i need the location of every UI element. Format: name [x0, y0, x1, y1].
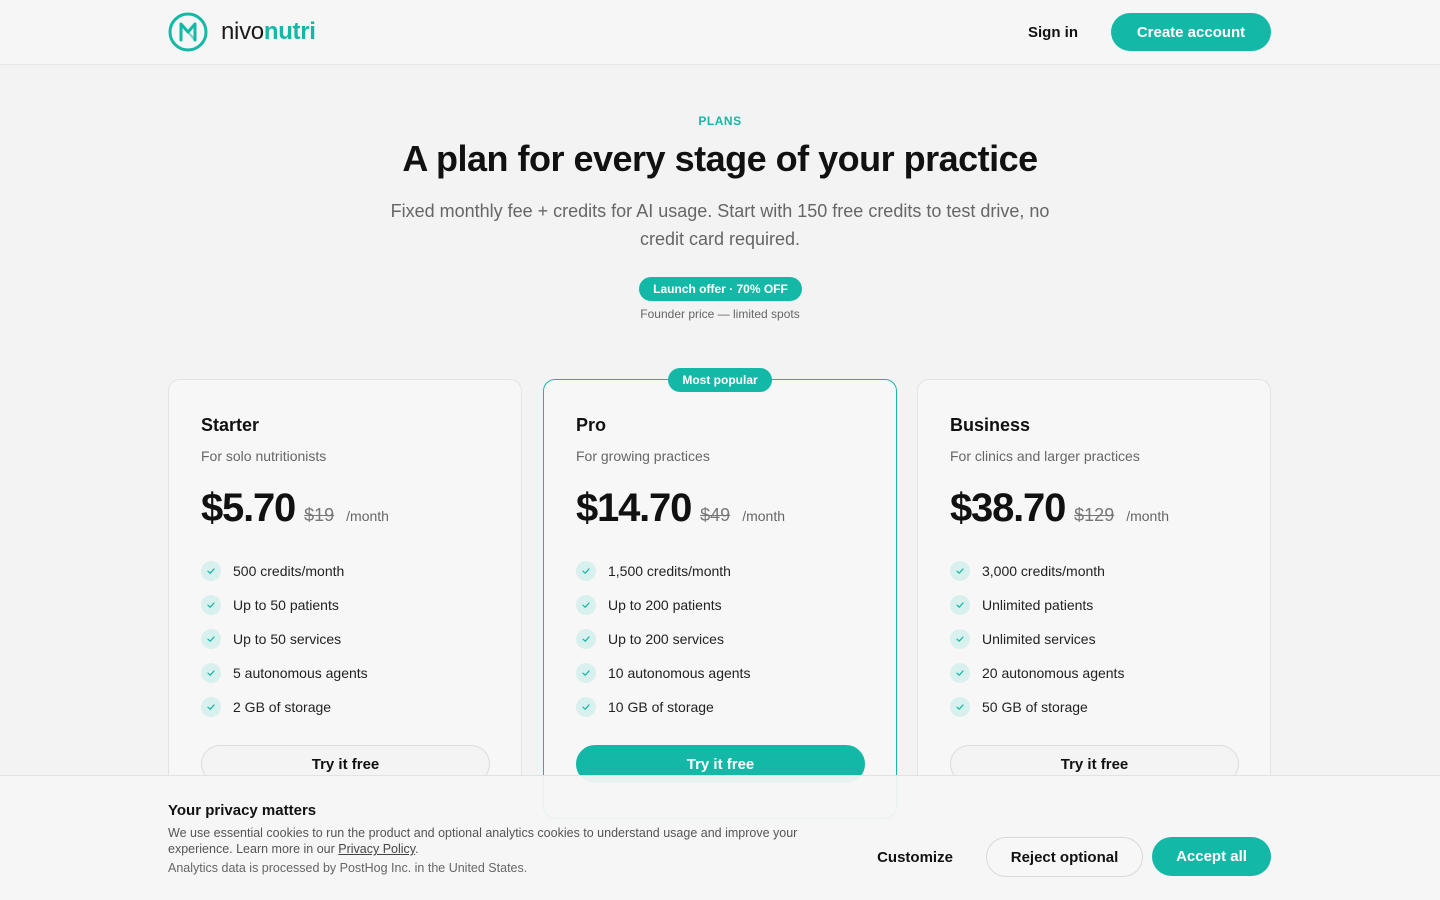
analytics-note: Analytics data is processed by PostHog I…	[168, 861, 528, 875]
feature-label: Unlimited services	[982, 631, 1096, 647]
feature-label: 10 autonomous agents	[608, 665, 751, 681]
price-row: $14.70 $49 /month	[576, 486, 785, 531]
feature-label: 3,000 credits/month	[982, 563, 1105, 579]
check-icon	[201, 561, 221, 581]
feature-label: Up to 200 services	[608, 631, 724, 647]
launch-offer-badge: Launch offer · 70% OFF	[639, 277, 802, 301]
feature-item: 20 autonomous agents	[950, 656, 1124, 690]
check-icon	[201, 663, 221, 683]
feature-item: 3,000 credits/month	[950, 554, 1124, 588]
most-popular-badge: Most popular	[668, 368, 772, 392]
plan-description: For solo nutritionists	[201, 448, 327, 464]
page-title: A plan for every stage of your practice	[402, 138, 1038, 179]
cookie-title: Your privacy matters	[168, 802, 317, 819]
plan-old-price: $49	[700, 505, 731, 525]
accept-all-button[interactable]: Accept all	[1152, 837, 1271, 876]
plan-name: Starter	[201, 415, 260, 435]
feature-label: Up to 200 patients	[608, 597, 722, 613]
feature-label: Up to 50 patients	[233, 597, 339, 613]
feature-item: Unlimited services	[950, 622, 1124, 656]
plan-name: Pro	[576, 415, 607, 435]
plan-description: For growing practices	[576, 448, 710, 464]
cookie-text-end: .	[415, 842, 419, 856]
check-icon	[950, 663, 970, 683]
feature-item: 2 GB of storage	[201, 690, 368, 724]
check-icon	[576, 697, 596, 717]
plans-eyebrow: PLANS	[698, 114, 742, 128]
cookie-text: We use essential cookies to run the prod…	[168, 826, 798, 856]
nivonutri-logo-icon	[168, 12, 208, 52]
feature-item: 1,500 credits/month	[576, 554, 750, 588]
check-icon	[950, 561, 970, 581]
check-icon	[950, 697, 970, 717]
page-subtitle: Fixed monthly fee + credits for AI usage…	[390, 201, 1050, 249]
cookie-description: We use essential cookies to run the prod…	[168, 825, 828, 857]
check-icon	[576, 595, 596, 615]
check-icon	[950, 629, 970, 649]
plan-name: Business	[950, 415, 1031, 435]
cookie-banner: Your privacy matters We use essential co…	[0, 775, 1440, 900]
feature-label: 500 credits/month	[233, 563, 345, 579]
logo-wordmark: nivonutri	[221, 18, 316, 46]
plan-price: $14.70	[576, 486, 692, 530]
feature-label: 50 GB of storage	[982, 699, 1088, 715]
plan-card-starter: Starter For solo nutritionists $5.70 $19…	[168, 379, 522, 819]
logo-link[interactable]: nivonutri	[168, 12, 316, 52]
plan-description: For clinics and larger practices	[950, 448, 1140, 464]
feature-label: Unlimited patients	[982, 597, 1094, 613]
plan-period: /month	[1126, 508, 1170, 524]
feature-item: 10 autonomous agents	[576, 656, 750, 690]
founder-price-note: Founder price — limited spots	[640, 307, 800, 321]
logo-text-part1: nivo	[221, 18, 264, 45]
feature-label: 1,500 credits/month	[608, 563, 731, 579]
price-row: $5.70 $19 /month	[201, 486, 389, 531]
feature-item: 50 GB of storage	[950, 690, 1124, 724]
check-icon	[576, 663, 596, 683]
feature-list: 3,000 credits/month Unlimited patients U…	[950, 554, 1124, 724]
feature-item: Up to 200 patients	[576, 588, 750, 622]
logo-text-part2: nutri	[263, 18, 316, 45]
feature-item: Unlimited patients	[950, 588, 1124, 622]
feature-item: 5 autonomous agents	[201, 656, 368, 690]
plan-old-price: $129	[1074, 505, 1115, 525]
feature-list: 1,500 credits/month Up to 200 patients U…	[576, 554, 750, 724]
plan-period: /month	[346, 508, 389, 524]
check-icon	[576, 629, 596, 649]
sign-in-button[interactable]: Sign in	[1012, 13, 1094, 51]
feature-item: Up to 200 services	[576, 622, 750, 656]
feature-label: Up to 50 services	[233, 631, 342, 647]
check-icon	[201, 629, 221, 649]
feature-item: 500 credits/month	[201, 554, 368, 588]
check-icon	[201, 697, 221, 717]
check-icon	[576, 561, 596, 581]
feature-item: Up to 50 services	[201, 622, 368, 656]
site-header: nivonutri Sign in Create account	[0, 0, 1440, 65]
plan-price: $38.70	[950, 486, 1066, 530]
price-row: $38.70 $129 /month	[950, 486, 1169, 531]
feature-list: 500 credits/month Up to 50 patients Up t…	[201, 554, 368, 724]
plan-card-business: Business For clinics and larger practice…	[917, 379, 1271, 819]
privacy-policy-link[interactable]: Privacy Policy	[338, 842, 415, 856]
plan-price: $5.70	[201, 486, 296, 530]
check-icon	[950, 595, 970, 615]
feature-label: 2 GB of storage	[233, 699, 332, 715]
check-icon	[201, 595, 221, 615]
feature-label: 10 GB of storage	[608, 699, 714, 715]
customize-button[interactable]: Customize	[862, 838, 968, 876]
feature-label: 20 autonomous agents	[982, 665, 1125, 681]
feature-item: Up to 50 patients	[201, 588, 368, 622]
create-account-button[interactable]: Create account	[1111, 13, 1271, 51]
plan-period: /month	[742, 508, 786, 524]
plan-old-price: $19	[304, 505, 335, 525]
reject-optional-button[interactable]: Reject optional	[986, 837, 1143, 877]
plan-card-pro: Most popular Pro For growing practices $…	[543, 368, 897, 819]
feature-item: 10 GB of storage	[576, 690, 750, 724]
feature-label: 5 autonomous agents	[233, 665, 368, 681]
